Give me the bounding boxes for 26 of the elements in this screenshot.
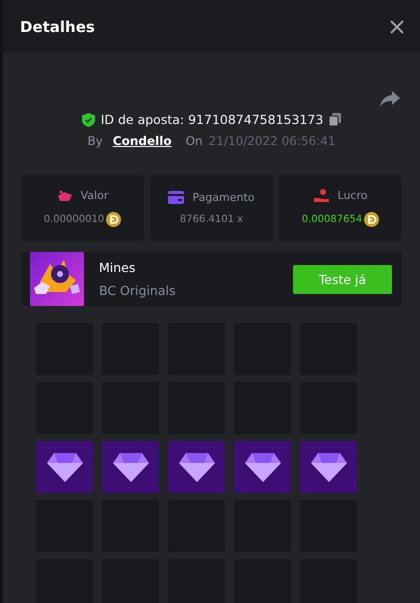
gem-icon [46, 452, 82, 482]
gem-icon [244, 452, 280, 482]
coin-icon [364, 212, 380, 227]
by-label: By [87, 134, 103, 148]
gem-icon [178, 452, 214, 482]
bet-id: ID de aposta: 91710874758153173 [100, 112, 324, 127]
dialog-title: Detalhes [20, 18, 95, 36]
game-name: Mines [99, 260, 136, 275]
close-button[interactable] [390, 20, 404, 34]
on-label: On [186, 134, 203, 148]
share-button[interactable] [380, 91, 400, 107]
gem-icon [112, 452, 148, 482]
coin-icon [106, 212, 122, 227]
gem-icon [310, 452, 346, 482]
bet-date: 21/10/2022 06:56:41 [208, 134, 336, 148]
stat-label: Pagamento [192, 191, 255, 204]
shield-check-icon [82, 112, 95, 126]
stat-label: Valor [80, 189, 108, 202]
user-link[interactable]: Condello [112, 134, 172, 148]
stat-value: 8766.4101 x [180, 214, 244, 225]
copy-icon[interactable] [329, 113, 342, 126]
stat-value: 0.00087654 [302, 214, 362, 225]
stat-value: 0.00000010 [44, 214, 104, 225]
game-provider: BC Originals [99, 283, 176, 298]
wallet-icon [168, 191, 184, 204]
stat-label: Lucro [338, 189, 368, 202]
